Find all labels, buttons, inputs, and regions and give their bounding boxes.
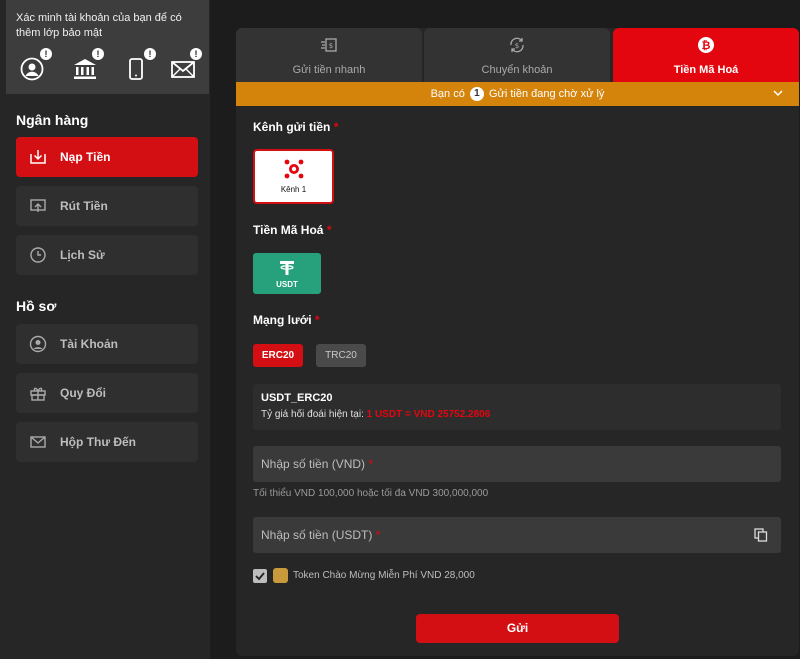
tab-transfer[interactable]: $ Chuyển khoản: [424, 28, 610, 82]
rate-info-box: USDT_ERC20 Tỷ giá hối đoái hiện tại: 1 U…: [253, 384, 781, 430]
user-icon: [20, 57, 44, 81]
info-title: USDT_ERC20: [261, 392, 333, 404]
verification-icons: ! ! ! !: [16, 48, 206, 84]
user-verify-button[interactable]: !: [18, 48, 52, 84]
withdraw-icon: [30, 199, 46, 212]
sidebar-item-label: Tài Khoản: [60, 337, 119, 351]
phone-verify-badge: !: [144, 48, 156, 60]
bank-icon: [74, 59, 96, 79]
crypto-label-text: Tiền Mã Hoá: [253, 223, 324, 237]
inbox-icon: [30, 436, 46, 448]
clock-icon: [30, 247, 46, 263]
usdt-amount-field[interactable]: Nhập số tiền (USDT) *: [253, 517, 781, 553]
crypto-option-usdt[interactable]: USDT: [253, 253, 321, 294]
required-mark: *: [375, 528, 381, 542]
channel-label-text: Kênh gửi tiền: [253, 120, 331, 134]
user-verify-badge: !: [40, 48, 52, 60]
fast-deposit-icon: $: [321, 38, 337, 52]
channel-icon: [284, 159, 304, 179]
exchange-rate: Tỷ giá hối đoái hiện tại: 1 USDT = VND 2…: [261, 409, 490, 420]
network-label: Mạng lưới *: [253, 313, 320, 327]
mail-icon: [171, 61, 195, 78]
deposit-icon: [30, 150, 46, 164]
svg-text:$: $: [515, 42, 519, 50]
vnd-placeholder-text: Nhập số tiền (VND): [261, 457, 366, 471]
channel-option-label: Kênh 1: [280, 185, 307, 194]
vnd-amount-placeholder: Nhập số tiền (VND) *: [261, 457, 373, 471]
vnd-amount-field[interactable]: Nhập số tiền (VND) *: [253, 446, 781, 482]
deposit-tabs: $ Gửi tiền nhanh $ Chuyển khoản ₿ Tiền M…: [236, 28, 799, 82]
sidebar: Xác minh tài khoản của bạn để có thêm lớ…: [0, 0, 210, 659]
pending-deposit-banner[interactable]: Bạn có 1 Gửi tiền đang chờ xử lý: [236, 82, 799, 106]
pending-suffix: Gửi tiền đang chờ xử lý: [488, 87, 605, 100]
promo-checkbox[interactable]: [253, 569, 267, 583]
bank-section-title: Ngân hàng: [16, 112, 89, 128]
mail-verify-button[interactable]: !: [168, 48, 202, 84]
required-mark: *: [368, 457, 374, 471]
sidebar-item-redeem[interactable]: Quy Đổi: [16, 373, 198, 413]
network-erc20-button[interactable]: ERC20: [253, 344, 303, 367]
tab-label: Gửi tiền nhanh: [292, 64, 366, 76]
crypto-label: Tiền Mã Hoá *: [253, 223, 331, 237]
chevron-down-icon[interactable]: [773, 88, 783, 98]
rate-label: Tỷ giá hối đoái hiện tại:: [261, 409, 364, 420]
pending-prefix: Bạn có: [430, 87, 465, 100]
pending-count-badge: 1: [469, 87, 484, 101]
required-mark: *: [326, 223, 332, 237]
sidebar-item-history[interactable]: Lịch Sử: [16, 235, 198, 275]
crypto-option-label: USDT: [276, 280, 298, 289]
sidebar-item-label: Quy Đổi: [60, 386, 107, 400]
required-mark: *: [333, 120, 339, 134]
sidebar-item-label: Nạp Tiền: [60, 150, 111, 164]
bitcoin-icon: ₿: [698, 37, 714, 53]
promo-label: Token Chào Mừng Miễn Phí VND 28,000: [293, 570, 475, 581]
sidebar-item-inbox[interactable]: Hộp Thư Đến: [16, 422, 198, 462]
pending-text: Bạn có 1 Gửi tiền đang chờ xử lý: [236, 87, 799, 101]
sidebar-item-deposit[interactable]: Nạp Tiền: [16, 137, 198, 177]
bank-verify-badge: !: [92, 48, 104, 60]
rate-value: 1 USDT = VND 25752.2806: [366, 409, 491, 420]
required-mark: *: [314, 313, 320, 327]
tab-fast-deposit[interactable]: $ Gửi tiền nhanh: [236, 28, 422, 82]
profile-section-title: Hồ sơ: [16, 298, 57, 314]
network-trc20-button[interactable]: TRC20: [316, 344, 366, 367]
mail-verify-badge: !: [190, 48, 202, 60]
tab-label: Chuyển khoản: [481, 64, 553, 76]
tether-icon: [280, 261, 294, 275]
checkmark-icon: [255, 572, 265, 581]
channel-label: Kênh gửi tiền *: [253, 120, 338, 134]
transfer-icon: $: [510, 37, 524, 53]
verification-text: Xác minh tài khoản của bạn để có thêm lớ…: [16, 12, 182, 39]
account-icon: [29, 335, 47, 353]
usdt-placeholder-text: Nhập số tiền (USDT): [261, 528, 373, 542]
vnd-amount-hint: Tối thiểu VND 100,000 hoặc tối đa VND 30…: [253, 488, 489, 499]
svg-text:₿: ₿: [702, 39, 711, 52]
network-label-text: Mạng lưới: [253, 313, 312, 327]
bank-verify-button[interactable]: !: [70, 48, 104, 84]
phone-icon: [129, 58, 143, 80]
tab-crypto[interactable]: ₿ Tiền Mã Hoá: [613, 28, 799, 82]
gift-icon: [30, 387, 46, 401]
sidebar-item-label: Hộp Thư Đến: [60, 435, 137, 449]
phone-verify-button[interactable]: !: [122, 48, 156, 84]
copy-icon[interactable]: [754, 528, 768, 542]
usdt-amount-placeholder: Nhập số tiền (USDT) *: [261, 528, 380, 542]
token-icon: [273, 568, 288, 583]
sidebar-item-label: Lịch Sử: [60, 248, 105, 262]
tab-label: Tiền Mã Hoá: [673, 64, 739, 76]
sidebar-item-account[interactable]: Tài Khoản: [16, 324, 198, 364]
verification-panel: Xác minh tài khoản của bạn để có thêm lớ…: [6, 0, 209, 94]
svg-text:$: $: [329, 42, 333, 50]
sidebar-item-withdraw[interactable]: Rút Tiền: [16, 186, 198, 226]
sidebar-item-label: Rút Tiền: [60, 199, 108, 213]
submit-button[interactable]: Gửi: [416, 614, 619, 643]
deposit-panel: $ Gửi tiền nhanh $ Chuyển khoản ₿ Tiền M…: [236, 28, 799, 656]
channel-option-1[interactable]: Kênh 1: [253, 149, 334, 204]
